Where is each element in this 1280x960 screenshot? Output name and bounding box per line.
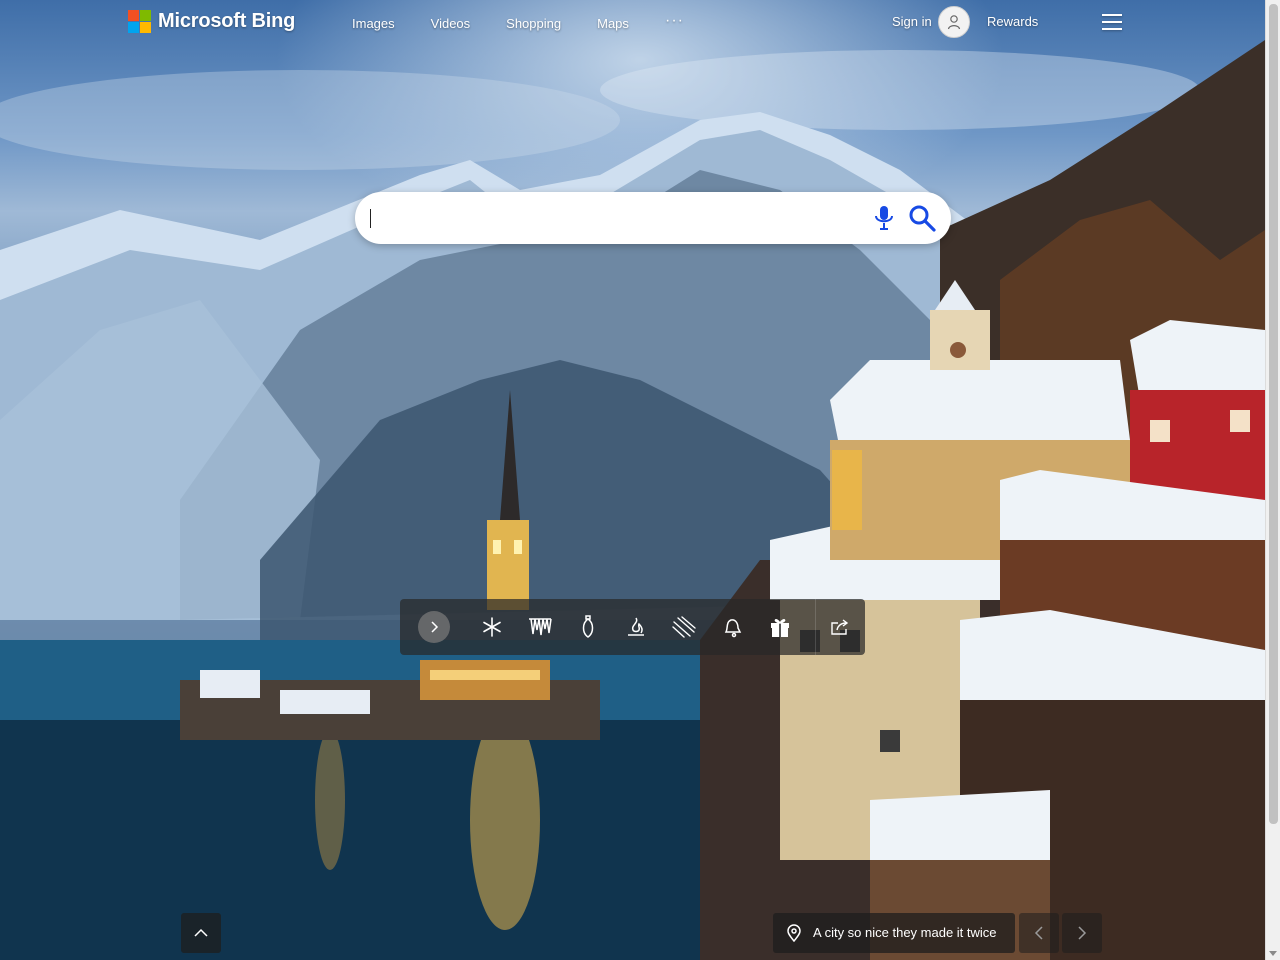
nav-shopping[interactable]: Shopping [506, 16, 561, 31]
signin-link[interactable]: Sign in [892, 14, 932, 29]
hamburger-menu-icon[interactable] [1102, 14, 1124, 30]
header: Microsoft Bing Images Videos Shopping Ma… [0, 0, 1265, 46]
scrollbar-thumb[interactable] [1269, 4, 1278, 824]
brand-name: Microsoft Bing [158, 10, 296, 32]
chevron-right-icon[interactable] [1062, 913, 1102, 953]
nav-maps[interactable]: Maps [597, 16, 629, 31]
background-image [0, 0, 1265, 960]
nav-images[interactable]: Images [352, 16, 395, 31]
chevron-up-icon[interactable] [181, 913, 221, 953]
search-box [355, 192, 951, 244]
snowfall-icon[interactable] [672, 615, 696, 639]
page-scrollbar[interactable] [1265, 0, 1280, 960]
fire-icon[interactable] [624, 615, 648, 639]
scrollbar-down-arrow[interactable] [1269, 951, 1277, 956]
image-caption[interactable]: A city so nice they made it twice [773, 913, 1015, 953]
microphone-icon[interactable] [872, 204, 896, 232]
person-icon[interactable] [938, 6, 970, 38]
icicles-icon[interactable] [528, 615, 552, 639]
snowflake-icon[interactable] [480, 615, 504, 639]
gift-icon[interactable] [768, 615, 792, 639]
background-scene [0, 40, 1265, 960]
bing-logo[interactable]: Microsoft Bing [128, 10, 295, 33]
bell-icon[interactable] [720, 615, 744, 639]
search-input[interactable] [371, 206, 851, 230]
top-nav: Images Videos Shopping Maps ··· [352, 12, 683, 31]
nav-more-button[interactable]: ··· [665, 12, 684, 30]
ornament-icon[interactable] [576, 615, 600, 639]
location-pin-icon [786, 924, 802, 943]
text-cursor [370, 209, 371, 228]
share-icon[interactable] [828, 615, 852, 639]
nav-videos[interactable]: Videos [431, 16, 471, 31]
toolbar-divider [815, 599, 816, 655]
caption-text: A city so nice they made it twice [813, 925, 997, 940]
rewards-link[interactable]: Rewards [987, 14, 1038, 29]
search-icon[interactable] [907, 203, 937, 233]
microsoft-logo-icon [128, 10, 151, 33]
wallpaper-toolbar [400, 599, 865, 655]
chevron-right-icon[interactable] [418, 611, 450, 643]
chevron-left-icon[interactable] [1019, 913, 1059, 953]
